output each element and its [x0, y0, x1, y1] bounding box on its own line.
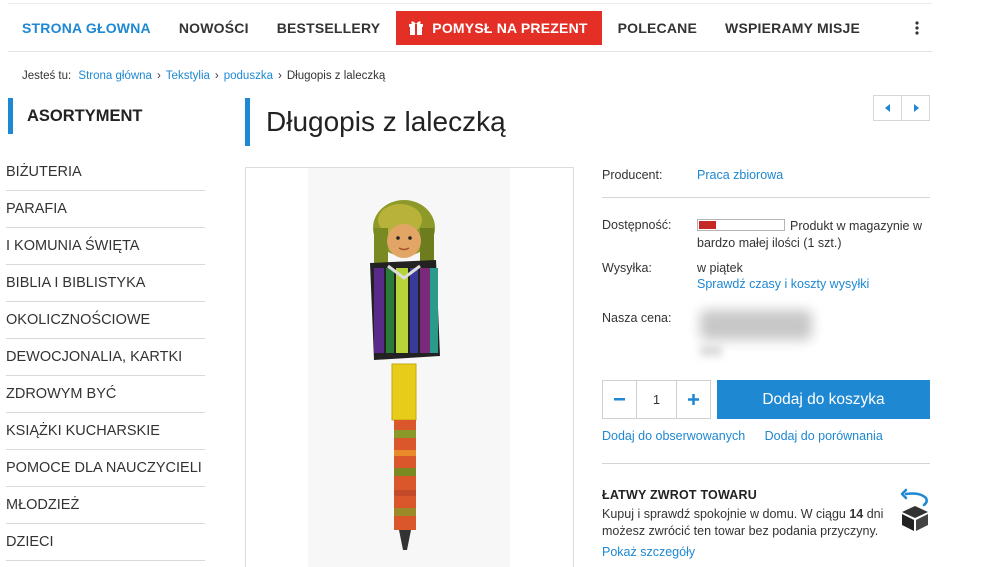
sidebar-title: ASORTYMENT [8, 98, 143, 134]
return-package-icon [900, 488, 928, 531]
previous-product-button[interactable] [874, 96, 901, 120]
easy-return-text: Kupuj i sprawdź spokojnie w domu. W ciąg… [602, 506, 892, 540]
price-subvalue-blurred [700, 346, 722, 356]
chevron-right-icon: › [214, 70, 219, 82]
add-to-watchlist-link[interactable]: Dodaj do obserwowanych [602, 429, 745, 443]
nav-missions[interactable]: WSPIERAMY MISJE [711, 4, 874, 51]
divider [602, 463, 930, 464]
category-list: BIŻUTERIA PARAFIA I KOMUNIA ŚWIĘTA BIBLI… [6, 154, 205, 561]
category-item[interactable]: PARAFIA [6, 191, 205, 228]
nav-recommended[interactable]: POLECANE [604, 4, 711, 51]
category-item[interactable]: BIŻUTERIA [6, 154, 205, 191]
nav-new[interactable]: NOWOŚCI [165, 4, 263, 51]
quantity-increase-button[interactable] [677, 381, 710, 418]
product-title-wrap: Długopis z laleczką [245, 98, 506, 146]
quantity-stepper: 1 [602, 380, 711, 419]
easy-return-text-before: Kupuj i sprawdź spokojnie w domu. W ciąg… [602, 507, 850, 521]
top-navigation: STRONA GŁOWNA NOWOŚCI BESTSELLERY POMYSŁ… [8, 3, 932, 52]
shipping-value: w piątek [697, 261, 743, 275]
gift-icon [409, 20, 424, 35]
shipping-label: Wysyłka: [602, 261, 652, 275]
caret-left-icon [884, 104, 890, 112]
product-image [308, 168, 510, 567]
nav-gift-idea-label: POMYSŁ NA PREZENT [432, 19, 588, 36]
chevron-right-icon: › [156, 70, 161, 82]
next-product-button[interactable] [901, 96, 929, 120]
quantity-decrease-button[interactable] [603, 381, 636, 418]
breadcrumb-textiles-link[interactable]: Tekstylia [166, 70, 210, 82]
producer-label: Producent: [602, 168, 663, 182]
breadcrumb-pillow-link[interactable]: poduszka [224, 70, 273, 82]
producer-link[interactable]: Praca zbiorowa [697, 168, 783, 182]
breadcrumb: Jesteś tu: Strona główna › Tekstylia › podus… [22, 70, 385, 82]
nav-bestsellers[interactable]: BESTSELLERY [263, 4, 395, 51]
caret-right-icon [913, 104, 919, 112]
plus-icon [688, 394, 699, 405]
minus-icon [614, 398, 625, 401]
shipping-info-link[interactable]: Sprawdź czasy i koszty wysyłki [697, 277, 869, 291]
nav-home[interactable]: STRONA GŁOWNA [8, 4, 165, 51]
category-item[interactable]: ZDROWYM BYĆ [6, 376, 205, 413]
easy-return-days: 14 [849, 507, 864, 521]
category-item[interactable]: OKOLICZNOŚCIOWE [6, 302, 205, 339]
more-menu-button[interactable] [902, 4, 932, 51]
stock-level-fill [699, 221, 716, 229]
price-value-blurred [700, 310, 812, 340]
category-item[interactable]: MŁODZIEŻ [6, 487, 205, 524]
category-item[interactable]: DEWOCJONALIA, KARTKI [6, 339, 205, 376]
product-image-frame[interactable] [245, 167, 574, 567]
easy-return-title: ŁATWY ZWROT TOWARU [602, 488, 757, 502]
quantity-input[interactable]: 1 [636, 381, 677, 418]
product-pager [873, 95, 930, 121]
availability-value: Produkt w magazynie w bardzo małej ilośc… [697, 218, 930, 252]
stock-level-bar [697, 219, 785, 231]
show-details-link[interactable]: Pokaż szczegóły [602, 545, 695, 559]
breadcrumb-current: Długopis z laleczką [286, 70, 386, 82]
chevron-right-icon: › [277, 70, 282, 82]
price-label: Nasza cena: [602, 311, 672, 325]
breadcrumb-home-link[interactable]: Strona główna [78, 70, 152, 82]
category-item[interactable]: I KOMUNIA ŚWIĘTA [6, 228, 205, 265]
divider [602, 197, 930, 198]
product-actions: Dodaj do obserwowanych Dodaj do porównan… [602, 429, 883, 443]
breadcrumb-prefix: Jesteś tu: [22, 70, 72, 82]
product-title: Długopis z laleczką [266, 106, 506, 137]
category-item[interactable]: POMOCE DLA NAUCZYCIELI [6, 450, 205, 487]
category-item[interactable]: BIBLIA I BIBLISTYKA [6, 265, 205, 302]
add-to-cart-button[interactable]: Dodaj do koszyka [717, 380, 930, 419]
availability-label: Dostępność: [602, 218, 672, 232]
category-item[interactable]: KSIĄŻKI KUCHARSKIE [6, 413, 205, 450]
category-item[interactable]: DZIECI [6, 524, 205, 561]
add-to-compare-link[interactable]: Dodaj do porównania [765, 429, 883, 443]
nav-gift-idea[interactable]: POMYSŁ NA PREZENT [396, 10, 602, 45]
vertical-dots-icon [915, 20, 919, 35]
